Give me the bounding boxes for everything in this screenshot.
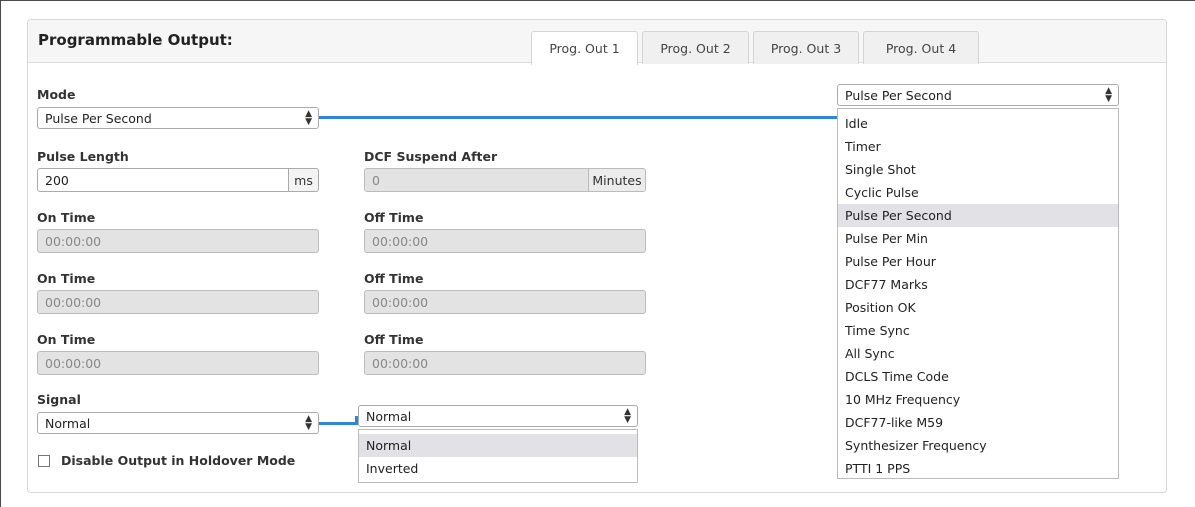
mode-option-timer[interactable]: Timer xyxy=(838,135,1118,158)
pulse-length-input[interactable]: 200 xyxy=(37,168,289,192)
mode-option-pulse-per-second[interactable]: Pulse Per Second xyxy=(838,204,1118,227)
mode-select-value: Pulse Per Second xyxy=(45,110,152,126)
select-arrows-icon: ▲ ▼ xyxy=(305,414,312,432)
mode-option-pulse-per-hour[interactable]: Pulse Per Hour xyxy=(838,250,1118,273)
signal-connector-line xyxy=(319,422,358,425)
panel-header: Programmable Output: Prog. Out 1 Prog. O… xyxy=(28,20,1166,65)
panel-title: Programmable Output: xyxy=(38,31,233,49)
on-time-input-3: 00:00:00 xyxy=(37,351,319,375)
on-time-input-1: 00:00:00 xyxy=(37,229,319,253)
dcf-suspend-label: DCF Suspend After xyxy=(364,149,498,164)
on-time-input-2: 00:00:00 xyxy=(37,290,319,314)
signal-options-list: Normal Inverted xyxy=(358,429,638,483)
window-top-border xyxy=(0,0,1195,1)
mode-select[interactable]: Pulse Per Second ▲ ▼ xyxy=(37,107,319,129)
mode-option-single-shot[interactable]: Single Shot xyxy=(838,158,1118,181)
on-time-label-1: On Time xyxy=(37,210,96,225)
mode-dropdown-value: Pulse Per Second xyxy=(845,87,952,103)
select-arrows-icon: ▲ ▼ xyxy=(1105,86,1112,104)
mode-dropdown-select[interactable]: Pulse Per Second ▲ ▼ xyxy=(837,84,1119,106)
mode-option-dcf77-like-m59[interactable]: DCF77-like M59 xyxy=(838,411,1118,434)
mode-option-dcls-time-code[interactable]: DCLS Time Code xyxy=(838,365,1118,388)
signal-select[interactable]: Normal ▲ ▼ xyxy=(37,412,319,434)
mode-option-ptti-1-pps[interactable]: PTTI 1 PPS xyxy=(838,457,1118,480)
tab-prog-out-1[interactable]: Prog. Out 1 xyxy=(531,31,638,65)
off-time-label-2: Off Time xyxy=(364,271,424,286)
off-time-input-2: 00:00:00 xyxy=(364,290,646,314)
mode-option-synthesizer-frequency[interactable]: Synthesizer Frequency xyxy=(838,434,1118,457)
mode-connector-line xyxy=(319,116,838,119)
off-time-label-1: Off Time xyxy=(364,210,424,225)
off-time-label-3: Off Time xyxy=(364,332,424,347)
mode-option-idle[interactable]: Idle xyxy=(838,112,1118,135)
on-time-label-2: On Time xyxy=(37,271,96,286)
signal-option-inverted[interactable]: Inverted xyxy=(359,457,637,480)
mode-option-pulse-per-min[interactable]: Pulse Per Min xyxy=(838,227,1118,250)
off-time-input-1: 00:00:00 xyxy=(364,229,646,253)
mode-option-time-sync[interactable]: Time Sync xyxy=(838,319,1118,342)
pulse-length-unit: ms xyxy=(288,168,319,192)
on-time-label-3: On Time xyxy=(37,332,96,347)
select-arrows-icon: ▲ ▼ xyxy=(305,109,312,127)
off-time-input-3: 00:00:00 xyxy=(364,351,646,375)
tab-prog-out-3[interactable]: Prog. Out 3 xyxy=(753,31,859,64)
tab-prog-out-4[interactable]: Prog. Out 4 xyxy=(863,31,979,64)
mode-options-list: Idle Timer Single Shot Cyclic Pulse Puls… xyxy=(837,108,1119,479)
tab-prog-out-2[interactable]: Prog. Out 2 xyxy=(642,31,749,64)
dcf-suspend-input: 0 xyxy=(364,168,589,192)
select-arrows-icon: ▲ ▼ xyxy=(624,407,631,425)
mode-option-position-ok[interactable]: Position OK xyxy=(838,296,1118,319)
signal-select-value: Normal xyxy=(45,415,91,431)
pulse-length-label: Pulse Length xyxy=(37,149,129,164)
signal-dropdown-value: Normal xyxy=(366,408,412,424)
signal-option-normal[interactable]: Normal xyxy=(359,434,637,457)
mode-option-dcf77-marks[interactable]: DCF77 Marks xyxy=(838,273,1118,296)
mode-label: Mode xyxy=(37,87,76,102)
dcf-suspend-unit: Minutes xyxy=(588,168,646,192)
holdover-label: Disable Output in Holdover Mode xyxy=(61,453,296,468)
mode-option-10mhz-frequency[interactable]: 10 MHz Frequency xyxy=(838,388,1118,411)
signal-label: Signal xyxy=(37,392,81,407)
signal-dropdown-select[interactable]: Normal ▲ ▼ xyxy=(358,405,638,427)
window-left-border xyxy=(0,0,1,507)
mode-option-cyclic-pulse[interactable]: Cyclic Pulse xyxy=(838,181,1118,204)
holdover-checkbox[interactable] xyxy=(38,455,50,467)
mode-option-all-sync[interactable]: All Sync xyxy=(838,342,1118,365)
